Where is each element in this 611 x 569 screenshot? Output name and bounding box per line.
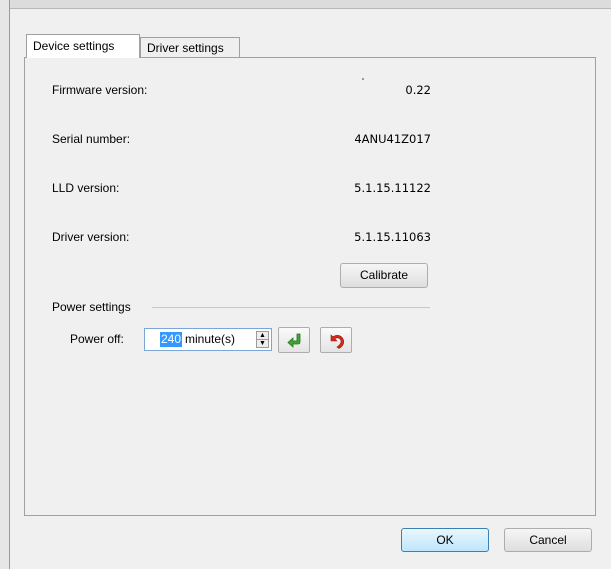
driver-version-label: Driver version: [52, 230, 130, 244]
firmware-version-value: 0.22 [405, 83, 431, 97]
power-settings-group-label: Power settings [52, 300, 131, 314]
spin-up-icon[interactable]: ▲ [257, 332, 268, 340]
calibrate-button[interactable]: Calibrate [340, 263, 428, 288]
spinner-buttons[interactable]: ▲ ▼ [256, 331, 269, 348]
lld-version-label: LLD version: [52, 181, 120, 195]
power-settings-divider [152, 307, 430, 308]
driver-version-value: 5.1.15.11063 [354, 230, 431, 244]
stray-mark [362, 78, 364, 80]
ok-button[interactable]: OK [401, 528, 489, 552]
apply-button[interactable] [278, 327, 310, 353]
spin-down-icon[interactable]: ▼ [257, 340, 268, 347]
window-top-edge [0, 0, 611, 8]
tab-device-settings[interactable]: Device settings [26, 34, 140, 58]
cancel-button[interactable]: Cancel [504, 528, 592, 552]
power-off-unit: minute(s) [185, 332, 236, 346]
power-off-spinner[interactable]: 240 minute(s) ▲ ▼ [144, 328, 272, 351]
firmware-version-label: Firmware version: [52, 83, 148, 97]
tab-driver-settings[interactable]: Driver settings [140, 37, 240, 58]
green-enter-arrow-icon [287, 333, 301, 348]
serial-number-label: Serial number: [52, 132, 131, 146]
undo-button[interactable] [320, 327, 352, 353]
window-left-edge [0, 0, 10, 569]
lld-version-value: 5.1.15.11122 [354, 181, 431, 195]
serial-number-value: 4ANU41Z017 [354, 132, 431, 146]
red-undo-arrow-icon [330, 334, 345, 349]
power-off-value[interactable]: 240 [160, 332, 183, 347]
tab-panel [24, 57, 596, 516]
power-off-label: Power off: [70, 332, 124, 346]
